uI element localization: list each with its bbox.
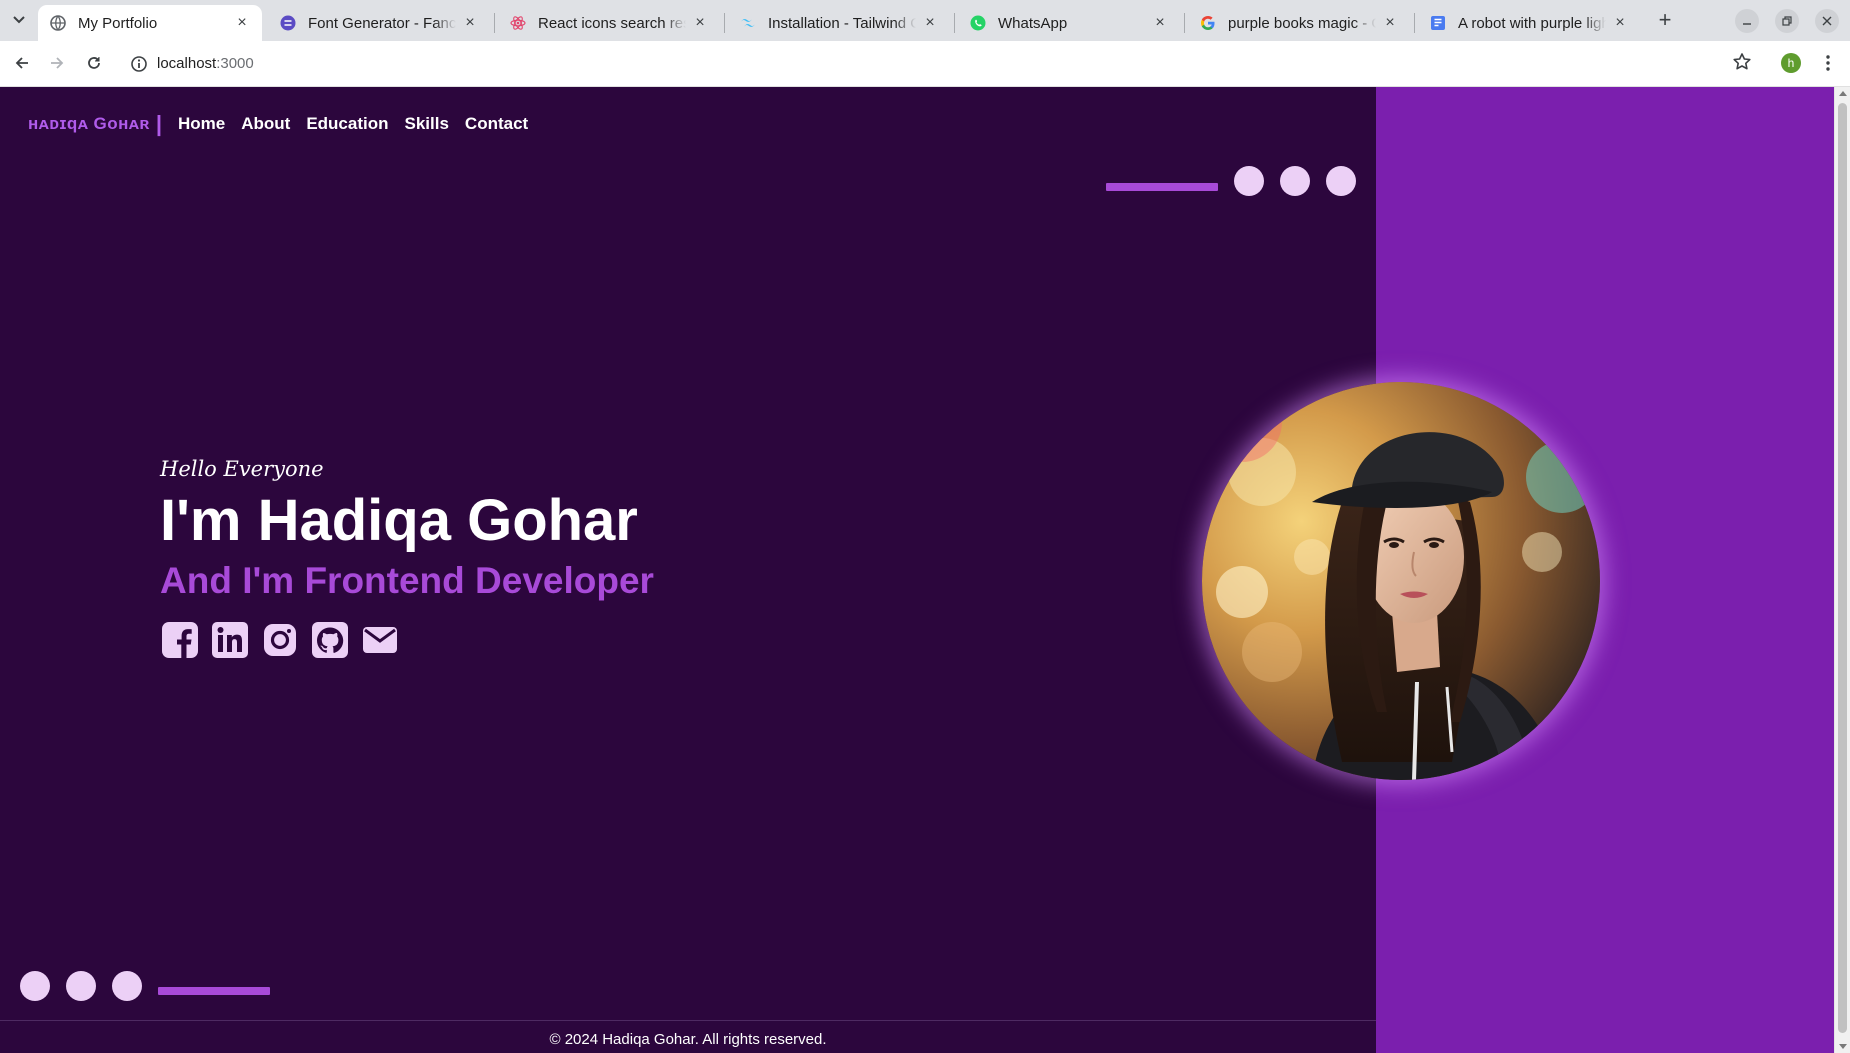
tab-title: React icons search resu [538,14,686,32]
hero-name: I'm Hadiqa Gohar [160,488,638,553]
decorative-line [1106,183,1218,191]
tab-title: A robot with purple ligh [1458,14,1606,32]
browser-tab-bar: My Portfolio × Font Generator - Fancy × … [0,0,1850,41]
close-icon[interactable]: × [692,15,708,31]
tab-separator [1414,13,1415,33]
close-icon[interactable]: × [1612,15,1628,31]
profile-avatar[interactable]: h [1781,53,1801,73]
nav-link-education[interactable]: Education [306,114,388,134]
nav-link-about[interactable]: About [241,114,290,134]
facebook-link[interactable] [160,620,200,660]
document-icon [1430,15,1446,31]
globe-icon [50,15,66,31]
tab-react-icons[interactable]: React icons search resu × [498,5,720,41]
logo-divider: | [155,111,162,136]
tab-title: My Portfolio [78,14,158,32]
close-icon [1822,16,1832,26]
tab-google-search[interactable]: purple books magic - Go × [1188,5,1410,41]
tab-whatsapp[interactable]: WhatsApp × [958,5,1180,41]
hero-section: Hello Everyone I'm Hadiqa Gohar And I'm … [160,457,654,660]
email-link[interactable] [360,620,400,660]
site-info-icon[interactable] [130,55,148,73]
tab-title: Font Generator - Fancy [308,14,456,32]
portrait-image [1202,382,1600,780]
page-scrollbar[interactable] [1834,87,1850,1053]
nav-link-home[interactable]: Home [178,114,225,134]
site-navbar: ʜᴀᴅɪqᴀ Gᴏʜᴀʀ | Home About Education Skil… [28,109,544,139]
reload-button[interactable] [82,51,106,75]
close-icon[interactable]: × [922,15,938,31]
new-tab-button[interactable]: + [1652,8,1678,34]
react-icon [510,15,526,31]
close-icon[interactable]: × [234,15,250,31]
restore-button[interactable] [1775,9,1799,33]
window-close-button[interactable] [1815,9,1839,33]
bookmark-star-icon[interactable] [1731,51,1753,73]
reload-icon [88,57,100,69]
close-icon[interactable]: × [1152,15,1168,31]
url-host: localhost [157,55,217,72]
close-icon[interactable]: × [462,15,478,31]
tab-robot-purple[interactable]: A robot with purple ligh × [1418,5,1640,41]
nav-link-skills[interactable]: Skills [405,114,449,134]
browser-menu-button[interactable] [1818,51,1838,75]
font-generator-icon [280,15,296,31]
decorative-dot [1326,166,1356,196]
scroll-up-arrow-icon[interactable] [1839,91,1847,96]
decorative-dot [1234,166,1264,196]
footer-divider [0,1020,1376,1021]
hero-role: And I'm Frontend Developer [160,559,654,601]
tab-my-portfolio[interactable]: My Portfolio × [38,5,262,41]
url-port: :3000 [216,55,254,72]
tab-separator [724,13,725,33]
chevron-down-icon [13,16,25,24]
tab-title: WhatsApp [998,14,1068,32]
google-icon [1200,15,1216,31]
back-button[interactable] [10,51,34,75]
github-icon [312,621,348,658]
decorative-line [158,987,270,995]
instagram-icon [264,623,296,656]
profile-portrait [1202,382,1600,780]
site-logo[interactable]: ʜᴀᴅɪqᴀ Gᴏʜᴀʀ [28,114,150,134]
instagram-link[interactable] [260,620,300,660]
tab-title: purple books magic - Go [1228,14,1376,32]
decorative-dot [1280,166,1310,196]
decorative-dot [20,971,50,1001]
tab-separator [494,13,495,33]
social-links [160,620,654,660]
decorative-dot [66,971,96,1001]
decorative-dot [112,971,142,1001]
portfolio-page: ʜᴀᴅɪqᴀ Gᴏʜᴀʀ | Home About Education Skil… [0,87,1850,1053]
facebook-icon [162,621,198,658]
tab-separator [954,13,955,33]
forward-button[interactable] [45,51,69,75]
github-link[interactable] [310,620,350,660]
address-bar[interactable]: localhost:3000 [120,46,1700,82]
mail-icon [363,626,397,653]
restore-icon [1782,16,1792,26]
more-vert-icon [1826,55,1830,71]
back-arrow-icon [15,57,28,69]
forward-arrow-icon [51,57,64,69]
minimize-icon [1743,23,1751,25]
hero-greeting: Hello Everyone [160,457,324,481]
tab-separator [1184,13,1185,33]
close-icon[interactable]: × [1382,15,1398,31]
linkedin-icon [212,621,248,658]
scroll-down-arrow-icon[interactable] [1839,1044,1847,1049]
whatsapp-icon [970,15,986,31]
nav-link-contact[interactable]: Contact [465,114,528,134]
tab-tailwind-installation[interactable]: Installation - Tailwind C × [728,5,950,41]
minimize-button[interactable] [1735,9,1759,33]
tailwind-icon [740,15,756,31]
tab-font-generator[interactable]: Font Generator - Fancy × [268,5,490,41]
browser-toolbar: localhost:3000 h [0,41,1850,87]
tab-list-button[interactable] [9,10,29,30]
tab-title: Installation - Tailwind C [768,14,916,32]
footer-copyright: © 2024 Hadiqa Gohar. All rights reserved… [549,1031,827,1048]
url-text[interactable]: localhost:3000 [157,55,254,72]
linkedin-link[interactable] [210,620,250,660]
scrollbar-thumb[interactable] [1838,103,1847,1033]
